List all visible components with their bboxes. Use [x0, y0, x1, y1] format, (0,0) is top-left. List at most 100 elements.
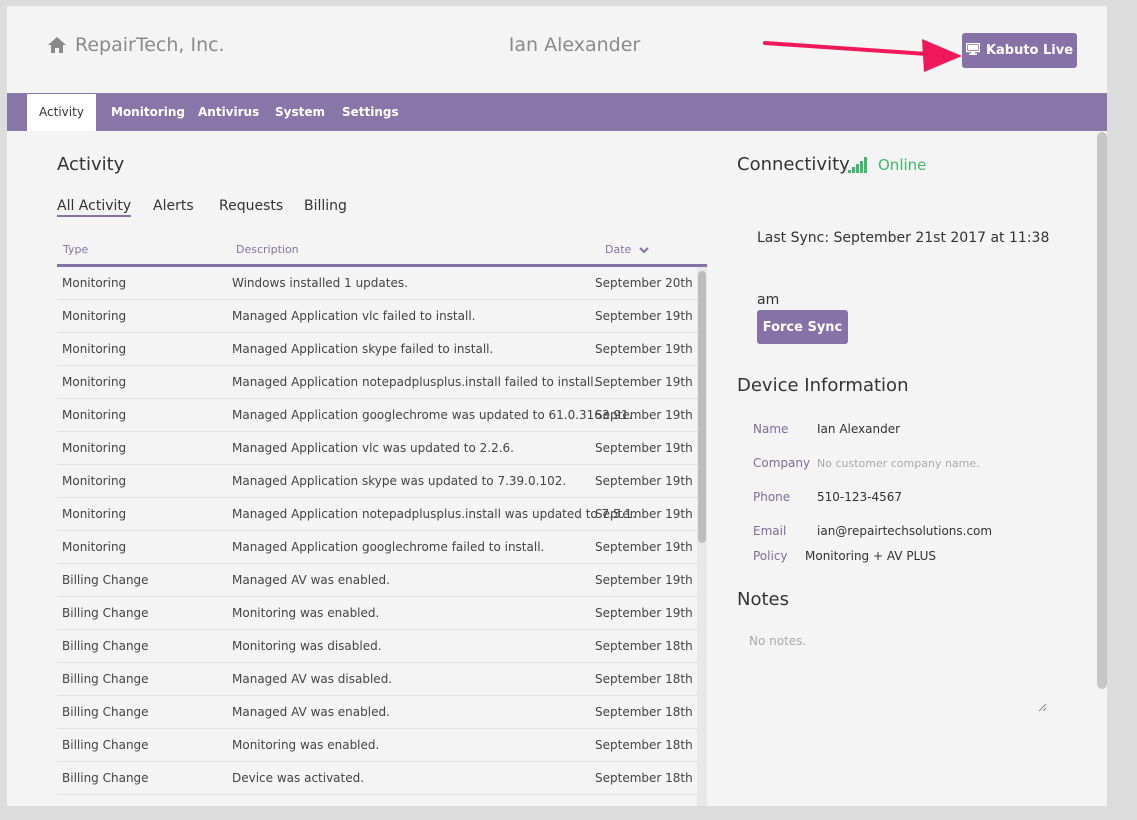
row-date: September 20th [595, 276, 693, 290]
kabuto-live-button[interactable]: Kabuto Live [962, 33, 1077, 68]
tab-settings[interactable]: Settings [342, 93, 399, 131]
table-row[interactable]: Monitoring Managed Application vlc was up… [57, 432, 697, 465]
table-row[interactable]: Monitoring Managed Application skype was … [57, 465, 697, 498]
subtab-alerts[interactable]: Alerts [153, 198, 194, 214]
row-date: September 18th [595, 672, 693, 686]
table-row[interactable]: Monitoring Managed Application skype fail… [57, 333, 697, 366]
row-date: September 18th [595, 705, 693, 719]
activity-title: Activity [57, 154, 125, 175]
row-description: Monitoring was enabled. [232, 606, 380, 620]
row-type: Monitoring [62, 408, 127, 422]
email-label: Email [753, 524, 787, 538]
row-description: Managed Application notepadplusplus.inst… [232, 507, 636, 521]
column-description[interactable]: Description [236, 243, 299, 256]
row-date: September 19th [595, 606, 693, 620]
row-date: September 19th [595, 309, 693, 323]
table-row[interactable]: Monitoring Managed Application googlechro… [57, 531, 697, 564]
row-description: Managed Application skype was updated to… [232, 474, 567, 488]
row-description: Managed AV was enabled. [232, 573, 390, 587]
row-description: Windows installed 1 updates. [232, 276, 408, 290]
row-date: September 19th [595, 573, 693, 587]
device-info-title: Device Information [737, 375, 909, 396]
row-date: September 18th [595, 771, 693, 785]
online-status: Online [878, 156, 927, 174]
subtab-all-activity[interactable]: All Activity [57, 198, 132, 217]
monitor-icon [965, 42, 981, 59]
table-row[interactable]: Billing Change Managed AV was disabled. Se… [57, 663, 697, 696]
notes-placeholder: No notes. [749, 634, 807, 648]
main-tabs: Activity Monitoring Antivirus System Set… [7, 93, 1107, 131]
device-panel: Connectivity Online Last Sync: September… [737, 131, 1097, 806]
row-date: September 19th [595, 441, 693, 455]
table-header: Type Description Date [57, 234, 707, 267]
row-description: Monitoring was enabled. [232, 738, 380, 752]
row-type: Monitoring [62, 276, 127, 290]
force-sync-button[interactable]: Force Sync [757, 310, 848, 344]
row-date: September 18th [595, 738, 693, 752]
tab-activity[interactable]: Activity [27, 94, 96, 131]
tab-antivirus[interactable]: Antivirus [198, 93, 259, 131]
chevron-down-icon [639, 244, 649, 257]
subtab-requests[interactable]: Requests [219, 198, 283, 214]
table-row[interactable]: Billing Change Monitoring was disabled. Se… [57, 630, 697, 663]
row-type: Monitoring [62, 375, 127, 389]
row-date: September 19th [595, 507, 693, 521]
row-type: Billing Change [62, 771, 149, 785]
table-row[interactable]: Billing Change Monitoring was enabled. Sep… [57, 597, 697, 630]
table-row[interactable]: Billing Change Managed AV was enabled. Sep… [57, 564, 697, 597]
row-type: Monitoring [62, 507, 127, 521]
notes-title: Notes [737, 589, 789, 610]
table-row[interactable]: Monitoring Managed Application vlc failed… [57, 300, 697, 333]
table-row[interactable]: Billing Change Managed AV was enabled. Sep… [57, 696, 697, 729]
row-description: Monitoring was disabled. [232, 639, 382, 653]
notes-textarea[interactable]: No notes. [737, 621, 1047, 712]
row-type: Monitoring [62, 540, 127, 554]
column-date[interactable]: Date [605, 243, 649, 257]
row-type: Billing Change [62, 672, 149, 686]
row-date: September 19th [595, 474, 693, 488]
signal-icon [848, 157, 868, 177]
connectivity-title: Connectivity [737, 154, 850, 175]
table-row[interactable]: Monitoring Windows installed 1 updates. Se… [57, 267, 697, 300]
resize-handle-icon[interactable] [1037, 701, 1047, 715]
row-description: Managed AV was enabled. [232, 705, 390, 719]
table-scrollbar-thumb[interactable] [698, 271, 706, 543]
row-date: September 19th [595, 375, 693, 389]
row-description: Managed Application skype failed to inst… [232, 342, 494, 356]
subtab-billing[interactable]: Billing [304, 198, 347, 214]
row-type: Billing Change [62, 606, 149, 620]
company-label: Company [753, 456, 811, 470]
column-date-label: Date [605, 243, 632, 256]
row-date: September 18th [595, 639, 693, 653]
policy-value: Monitoring + AV PLUS [805, 549, 937, 563]
row-date: September 19th [595, 408, 693, 422]
page-scrollbar[interactable] [1097, 132, 1107, 689]
email-value: ian@repairtechsolutions.com [817, 524, 993, 538]
row-description: Managed Application vlc failed to instal… [232, 309, 476, 323]
header: RepairTech, Inc. Ian Alexander Kabuto Li… [7, 6, 1107, 93]
tab-system[interactable]: System [275, 93, 325, 131]
kabuto-live-label: Kabuto Live [985, 43, 1074, 58]
policy-label: Policy [753, 549, 788, 563]
row-description: Managed Application notepadplusplus.inst… [232, 375, 598, 389]
table-row[interactable]: Monitoring Managed Application notepadplu… [57, 498, 697, 531]
column-type[interactable]: Type [63, 243, 88, 256]
row-type: Billing Change [62, 738, 149, 752]
activity-table: Monitoring Windows installed 1 updates. Se… [57, 267, 697, 795]
tab-monitoring[interactable]: Monitoring [111, 93, 185, 131]
table-row[interactable]: Billing Change Device was activated. Septe… [57, 762, 697, 795]
row-type: Billing Change [62, 639, 149, 653]
name-value: Ian Alexander [817, 422, 901, 436]
activity-panel: Activity All Activity Alerts Requests Bi… [57, 131, 707, 806]
table-row[interactable]: Monitoring Managed Application googlechro… [57, 399, 697, 432]
row-type: Monitoring [62, 309, 127, 323]
row-description: Managed Application googlechrome failed … [232, 540, 545, 554]
phone-label: Phone [753, 490, 791, 504]
row-type: Monitoring [62, 342, 127, 356]
row-type: Billing Change [62, 705, 149, 719]
table-row[interactable]: Billing Change Monitoring was enabled. Sep… [57, 729, 697, 762]
company-value: No customer company name. [817, 457, 980, 470]
arrow-annotation [762, 38, 962, 82]
table-row[interactable]: Monitoring Managed Application notepadplu… [57, 366, 697, 399]
row-description: Managed Application googlechrome was upd… [232, 408, 633, 422]
